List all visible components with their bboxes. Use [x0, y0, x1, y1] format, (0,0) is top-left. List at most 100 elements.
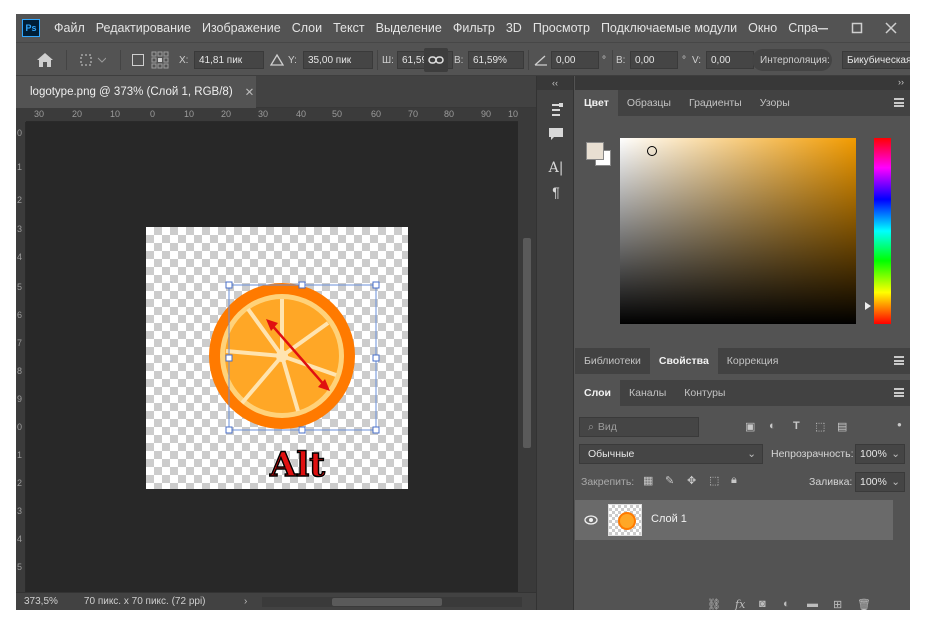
ruler-tick: 30: [258, 109, 269, 119]
ruler-tick: 8: [17, 366, 23, 376]
delta-icon[interactable]: [270, 50, 284, 70]
color-picker-cursor[interactable]: [647, 146, 657, 156]
vertical-scrollbar[interactable]: [518, 108, 536, 592]
ruler-tick: 3: [17, 224, 23, 234]
lock-all-icon[interactable]: 🔒︎: [731, 474, 737, 487]
vskew-input[interactable]: 0,00: [706, 51, 754, 69]
new-group-icon[interactable]: ▬: [807, 598, 818, 610]
menu-file[interactable]: Файл: [54, 21, 85, 35]
menu-plugins[interactable]: Подключаемые модули: [601, 21, 737, 35]
layers-panel-tabs: Слои Каналы Контуры: [575, 380, 910, 406]
document-tab[interactable]: logotype.png @ 373% (Слой 1, RGB/8) ✕: [16, 76, 256, 108]
tab-color[interactable]: Цвет: [575, 90, 618, 116]
tab-layers[interactable]: Слои: [575, 380, 620, 406]
reference-point-checkbox[interactable]: [132, 50, 144, 70]
hue-slider[interactable]: [874, 138, 891, 324]
angle-input[interactable]: 0,00: [551, 51, 599, 69]
comments-panel-button[interactable]: [537, 122, 575, 146]
visibility-eye-icon[interactable]: [584, 515, 598, 525]
ruler-tick: 7: [17, 338, 23, 348]
blend-mode-value: Обычные: [588, 448, 635, 460]
history-panel-button[interactable]: [537, 98, 575, 122]
delete-layer-icon[interactable]: 🗑︎: [857, 598, 871, 610]
adjustment-layer-icon[interactable]: ◐: [783, 598, 790, 610]
menu-select[interactable]: Выделение: [376, 21, 442, 35]
tab-properties[interactable]: Свойства: [649, 348, 718, 374]
tab-paths[interactable]: Контуры: [675, 380, 734, 406]
layer-name[interactable]: Слой 1: [651, 513, 687, 525]
tab-adjustments[interactable]: Коррекция: [718, 348, 788, 374]
tab-gradients[interactable]: Градиенты: [680, 90, 751, 116]
paragraph-panel-button[interactable]: ¶: [537, 180, 575, 204]
menu-image[interactable]: Изображение: [202, 21, 281, 35]
lock-transparent-icon[interactable]: ▦: [643, 474, 653, 487]
link-layers-icon[interactable]: ⛓︎: [707, 598, 721, 610]
filter-type-icon[interactable]: T: [793, 420, 800, 432]
scroll-thumb[interactable]: [332, 598, 442, 606]
layer-item[interactable]: Слой 1: [575, 500, 893, 540]
close-window-button[interactable]: [874, 14, 908, 42]
menu-3d[interactable]: 3D: [506, 21, 522, 35]
properties-panel-tabs: Библиотеки Свойства Коррекция: [575, 348, 910, 374]
expand-panels-button[interactable]: ››: [898, 77, 904, 87]
chevron-right-icon[interactable]: ›: [244, 596, 247, 607]
filter-toggle-icon[interactable]: ●: [897, 420, 902, 429]
scroll-thumb[interactable]: [523, 238, 531, 448]
color-field[interactable]: [620, 138, 856, 324]
layer-thumbnail: [608, 504, 642, 536]
interpolation-select[interactable]: Бикубическая: [842, 51, 910, 69]
right-panels: ›› Цвет Образцы Градиенты Узоры Библиоте…: [575, 76, 910, 610]
fx-icon[interactable]: fx: [735, 598, 745, 610]
minimize-button[interactable]: [806, 14, 840, 42]
filter-pixel-icon[interactable]: ▣: [745, 420, 755, 433]
ruler-tick: 0: [17, 128, 23, 138]
zoom-level[interactable]: 373,5%: [24, 596, 58, 607]
menu-edit[interactable]: Редактирование: [96, 21, 191, 35]
filter-smart-object-icon[interactable]: ▤: [837, 420, 847, 433]
tab-libraries[interactable]: Библиотеки: [575, 348, 650, 374]
link-proportions-button[interactable]: [424, 48, 448, 72]
opacity-value: 100%: [860, 448, 887, 460]
close-tab-icon[interactable]: ✕: [245, 85, 255, 99]
panel-menu-icon[interactable]: [894, 356, 904, 365]
x-position-input[interactable]: 41,81 пик: [194, 51, 264, 69]
collapse-panels-button[interactable]: ‹‹: [537, 76, 573, 90]
lock-artboard-icon[interactable]: ⬚: [709, 474, 719, 487]
opacity-input[interactable]: 100% ⌄: [855, 444, 905, 464]
layer-filter-select[interactable]: ⌕ Вид: [579, 417, 699, 437]
fill-input[interactable]: 100% ⌄: [855, 472, 905, 492]
menu-type[interactable]: Текст: [333, 21, 364, 35]
transform-tool-button[interactable]: [78, 50, 106, 70]
tab-patterns[interactable]: Узоры: [751, 90, 799, 116]
filter-adjustment-icon[interactable]: ◐: [769, 420, 776, 432]
height-input[interactable]: 61,59%: [468, 51, 524, 69]
ruler-tick: 60: [371, 109, 382, 119]
checkbox-icon: [132, 54, 144, 66]
menu-window[interactable]: Окно: [748, 21, 777, 35]
divider: [120, 50, 121, 70]
y-position-input[interactable]: 35,00 пик: [303, 51, 373, 69]
horizontal-scrollbar[interactable]: [262, 597, 522, 607]
tab-channels[interactable]: Каналы: [620, 380, 675, 406]
menu-filter[interactable]: Фильтр: [453, 21, 495, 35]
ruler-tick: 30: [34, 109, 45, 119]
hue-slider-handle[interactable]: [865, 302, 871, 310]
lock-image-icon[interactable]: ✎: [665, 474, 674, 487]
reference-point-grid[interactable]: [151, 50, 169, 70]
add-mask-icon[interactable]: ◙: [759, 598, 766, 610]
foreground-color-swatch[interactable]: [586, 142, 604, 160]
maximize-button[interactable]: [840, 14, 874, 42]
panel-menu-icon[interactable]: [894, 98, 904, 107]
home-button[interactable]: [36, 50, 54, 70]
new-layer-icon[interactable]: ⊞: [833, 598, 842, 610]
character-panel-button[interactable]: A|: [537, 156, 575, 180]
menu-view[interactable]: Просмотр: [533, 21, 590, 35]
menu-layers[interactable]: Слои: [292, 21, 322, 35]
hskew-input[interactable]: 0,00: [630, 51, 678, 69]
tab-swatches[interactable]: Образцы: [618, 90, 680, 116]
blend-mode-select[interactable]: Обычные ⌄: [579, 444, 763, 464]
lock-position-icon[interactable]: ✥: [687, 474, 696, 487]
document-canvas[interactable]: Alt: [146, 227, 408, 489]
filter-shape-icon[interactable]: ⬚: [815, 420, 825, 433]
panel-menu-icon[interactable]: [894, 388, 904, 397]
